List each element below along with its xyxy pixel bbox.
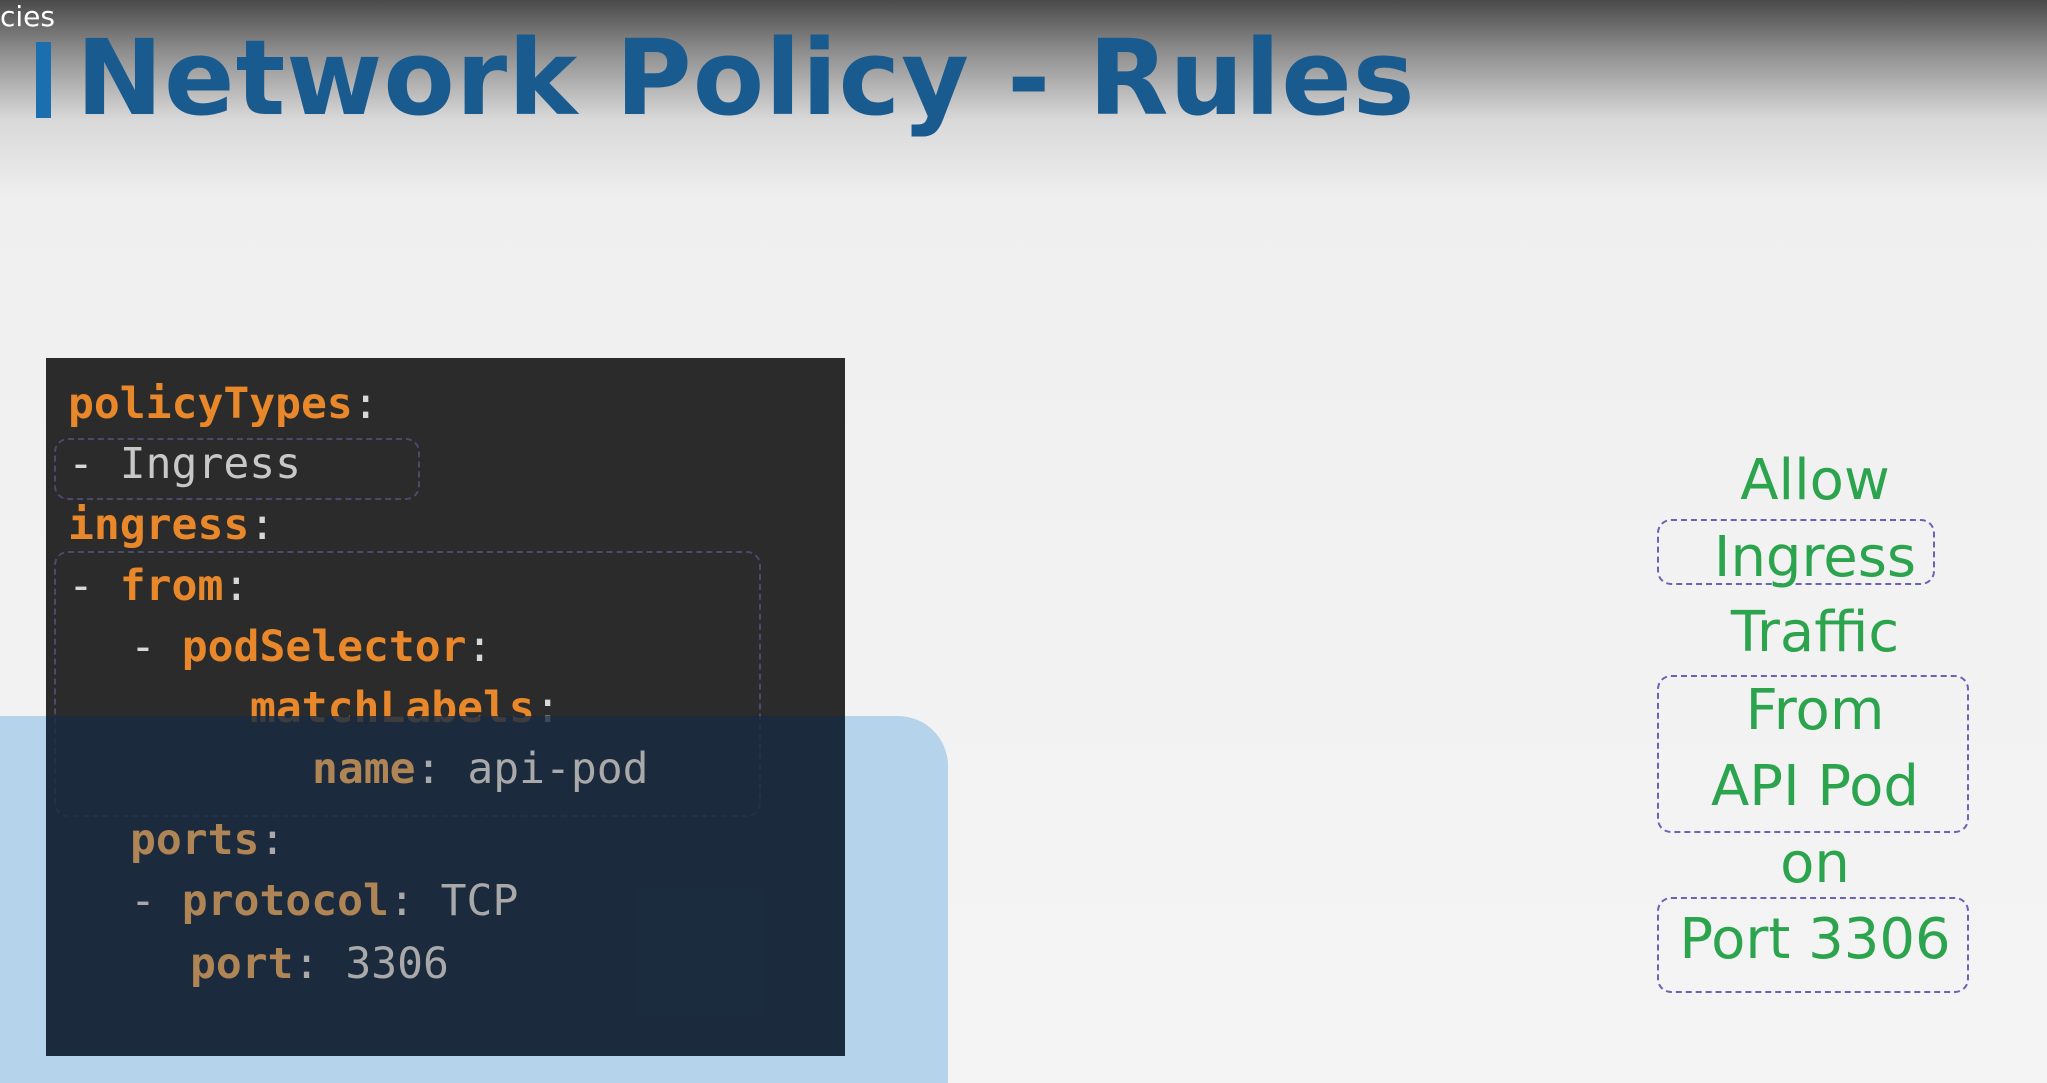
code-line-port: port: 3306 — [190, 934, 449, 994]
code-value: Ingress — [119, 439, 301, 489]
code-colon: : — [388, 876, 441, 926]
code-key: ingress — [68, 500, 250, 550]
slide-title: Network Policy - Rules — [76, 17, 1416, 139]
code-key: podSelector — [181, 622, 467, 672]
code-colon: : — [249, 500, 276, 550]
code-line-ingress: ingress: — [68, 495, 275, 555]
explanation-word-ingress: Ingress — [1713, 525, 1917, 590]
explanation-word-from: From — [1745, 678, 1885, 743]
explanation-word-port: Port 3306 — [1679, 907, 1951, 972]
code-colon: : — [415, 744, 468, 794]
code-value: api-pod — [467, 744, 649, 794]
code-key: ports — [130, 815, 260, 865]
title-accent-bar — [36, 42, 51, 118]
code-line-podselector: - podSelector: — [130, 617, 492, 677]
code-line-from: - from: — [68, 556, 249, 616]
code-value: TCP — [440, 876, 519, 926]
code-colon: : — [259, 815, 286, 865]
explanation-word-on: on — [1780, 831, 1850, 896]
code-line-name: name: api-pod — [312, 739, 649, 799]
code-dash: - — [68, 439, 120, 489]
code-key: name — [312, 744, 416, 794]
code-line-policytypes: policyTypes: — [68, 374, 379, 434]
code-dash: - — [130, 622, 182, 672]
code-colon: : — [223, 561, 250, 611]
code-colon: : — [293, 939, 346, 989]
code-line-ingress-type: - Ingress — [68, 434, 301, 494]
code-dash: - — [68, 561, 120, 611]
code-key: port — [190, 939, 294, 989]
explanation-word-traffic: Traffic — [1730, 600, 1900, 665]
code-key: policyTypes — [68, 379, 353, 429]
code-key: protocol — [181, 876, 389, 926]
code-key: from — [119, 561, 224, 611]
code-dash: - — [130, 876, 182, 926]
code-colon: : — [352, 379, 379, 429]
code-value: 3306 — [345, 939, 449, 989]
explanation-word-api-pod: API Pod — [1711, 754, 1919, 819]
code-line-protocol: - protocol: TCP — [130, 871, 518, 931]
code-colon: : — [466, 622, 493, 672]
window-corner-label: cies — [0, 0, 55, 33]
explanation-word-allow: Allow — [1740, 448, 1890, 513]
code-line-ports: ports: — [130, 810, 285, 870]
